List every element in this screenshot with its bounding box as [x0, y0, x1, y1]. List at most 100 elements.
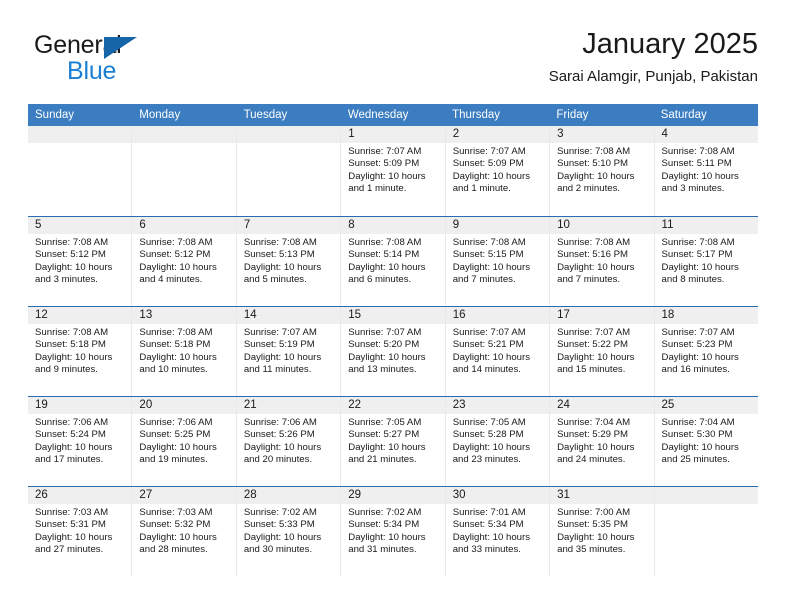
daylight-text-line1: Daylight: 10 hours — [35, 261, 113, 273]
sunrise-text: Sunrise: 7:07 AM — [452, 327, 526, 338]
sunset-text: Sunset: 5:25 PM — [139, 429, 211, 441]
daylight-text-line1: Daylight: 10 hours — [557, 441, 635, 453]
sunrise-text: Sunrise: 7:08 AM — [452, 237, 526, 248]
day-details: Sunrise: 7:02 AM Sunset: 5:33 PM Daylight:… — [237, 504, 340, 556]
triangle-logo-icon — [104, 37, 137, 59]
day-number: 9 — [445, 217, 550, 234]
calendar-day-cell[interactable]: 19 Sunrise: 7:06 AM Sunset: 5:24 PM Dayligh… — [28, 397, 133, 486]
sunrise-text: Sunrise: 7:04 AM — [557, 417, 631, 428]
sunrise-text: Sunrise: 7:02 AM — [348, 507, 422, 518]
weekday-header-row: Sunday Monday Tuesday Wednesday Thursday Frid… — [28, 104, 758, 126]
calendar-day-cell[interactable]: 24 Sunrise: 7:04 AM Sunset: 5:29 PM Dayligh… — [550, 397, 655, 486]
weekday-header-wednesday: Wednesday — [347, 109, 409, 121]
title-block: January 2025 Sarai Alamgir, Punjab, Paki… — [549, 26, 758, 88]
calendar-day-cell[interactable]: 7 Sunrise: 7:08 AM Sunset: 5:13 PM Daylight… — [236, 217, 342, 306]
day-number: 12 — [28, 307, 132, 324]
day-number — [132, 126, 236, 143]
calendar-day-cell-empty — [654, 487, 758, 576]
sunset-text: Sunset: 5:12 PM — [35, 249, 106, 261]
calendar-day-cell[interactable]: 27 Sunrise: 7:03 AM Sunset: 5:32 PM Dayligh… — [132, 487, 237, 576]
calendar-grid: Sunday Monday Tuesday Wednesday Thursday Frid… — [28, 104, 758, 576]
day-number: 17 — [550, 307, 654, 324]
calendar-day-cell[interactable]: 12 Sunrise: 7:08 AM Sunset: 5:18 PM Dayligh… — [28, 307, 133, 396]
calendar-day-cell-empty — [28, 126, 133, 216]
sunrise-text: Sunrise: 7:03 AM — [139, 507, 213, 518]
day-number: 3 — [550, 126, 654, 143]
calendar-day-cell[interactable]: 4 Sunrise: 7:08 AM Sunset: 5:11 PM Daylight… — [654, 126, 758, 216]
generalblue-logo[interactable]: General Blue — [34, 32, 214, 90]
sunset-text: Sunset: 5:17 PM — [661, 249, 733, 261]
calendar-day-cell[interactable]: 3 Sunrise: 7:08 AM Sunset: 5:10 PM Daylight… — [550, 126, 655, 216]
calendar-day-cell[interactable]: 20 Sunrise: 7:06 AM Sunset: 5:25 PM Dayligh… — [132, 397, 237, 486]
sunset-text: Sunset: 5:11 PM — [661, 158, 732, 170]
calendar-day-cell[interactable]: 15 Sunrise: 7:07 AM Sunset: 5:20 PM Dayligh… — [341, 307, 446, 396]
calendar-day-cell[interactable]: 29 Sunrise: 7:02 AM Sunset: 5:34 PM Dayligh… — [341, 487, 446, 576]
calendar-day-cell[interactable]: 30 Sunrise: 7:01 AM Sunset: 5:34 PM Dayligh… — [445, 487, 551, 576]
day-number: 4 — [654, 126, 758, 143]
calendar-day-cell[interactable]: 2 Sunrise: 7:07 AM Sunset: 5:09 PM Daylight… — [445, 126, 551, 216]
sunrise-text: Sunrise: 7:08 AM — [139, 237, 213, 248]
calendar-day-cell[interactable]: 31 Sunrise: 7:00 AM Sunset: 5:35 PM Dayligh… — [550, 487, 655, 576]
day-number: 24 — [550, 397, 654, 414]
daylight-text-line2: and 16 minutes. — [661, 363, 730, 375]
day-number: 14 — [236, 307, 341, 324]
calendar-day-cell[interactable]: 26 Sunrise: 7:03 AM Sunset: 5:31 PM Dayligh… — [28, 487, 133, 576]
calendar-day-cell[interactable]: 11 Sunrise: 7:08 AM Sunset: 5:17 PM Dayligh… — [654, 217, 758, 306]
calendar-day-cell[interactable]: 23 Sunrise: 7:05 AM Sunset: 5:28 PM Dayligh… — [445, 397, 551, 486]
sunset-text: Sunset: 5:34 PM — [452, 519, 524, 531]
daylight-text-line1: Daylight: 10 hours — [661, 441, 739, 453]
calendar-day-cell[interactable]: 16 Sunrise: 7:07 AM Sunset: 5:21 PM Dayligh… — [445, 307, 551, 396]
sunset-text: Sunset: 5:23 PM — [661, 339, 733, 351]
daylight-text-line2: and 31 minutes. — [348, 543, 417, 555]
day-details: Sunrise: 7:08 AM Sunset: 5:14 PM Daylight:… — [341, 234, 444, 286]
day-details: Sunrise: 7:08 AM Sunset: 5:17 PM Daylight:… — [655, 234, 758, 286]
day-number: 10 — [550, 217, 654, 234]
calendar-day-cell[interactable]: 10 Sunrise: 7:08 AM Sunset: 5:16 PM Dayligh… — [550, 217, 655, 306]
day-number: 26 — [28, 487, 132, 504]
day-details: Sunrise: 7:07 AM Sunset: 5:19 PM Daylight:… — [237, 324, 340, 376]
day-number: 30 — [445, 487, 550, 504]
calendar-day-cell[interactable]: 5 Sunrise: 7:08 AM Sunset: 5:12 PM Daylight… — [28, 217, 133, 306]
sunset-text: Sunset: 5:09 PM — [452, 158, 524, 170]
day-details: Sunrise: 7:02 AM Sunset: 5:34 PM Daylight:… — [341, 504, 444, 556]
calendar-day-cell[interactable]: 22 Sunrise: 7:05 AM Sunset: 5:27 PM Dayligh… — [341, 397, 446, 486]
sunset-text: Sunset: 5:16 PM — [557, 249, 629, 261]
page-subtitle: Sarai Alamgir, Punjab, Pakistan — [548, 68, 758, 85]
calendar-day-cell[interactable]: 14 Sunrise: 7:07 AM Sunset: 5:19 PM Dayligh… — [236, 307, 342, 396]
calendar-week-row: 26 Sunrise: 7:03 AM Sunset: 5:31 PM Dayligh… — [28, 486, 758, 576]
day-details: Sunrise: 7:06 AM Sunset: 5:26 PM Daylight:… — [237, 414, 340, 466]
sunrise-text: Sunrise: 7:01 AM — [452, 507, 526, 518]
day-number: 19 — [28, 397, 132, 414]
daylight-text-line1: Daylight: 10 hours — [35, 531, 113, 543]
sunrise-text: Sunrise: 7:06 AM — [35, 417, 109, 428]
calendar-day-cell[interactable]: 9 Sunrise: 7:08 AM Sunset: 5:15 PM Daylight… — [445, 217, 551, 306]
daylight-text-line2: and 10 minutes. — [139, 363, 208, 375]
daylight-text-line1: Daylight: 10 hours — [243, 441, 322, 453]
calendar-day-cell[interactable]: 21 Sunrise: 7:06 AM Sunset: 5:26 PM Dayligh… — [236, 397, 342, 486]
day-details: Sunrise: 7:03 AM Sunset: 5:31 PM Daylight:… — [28, 504, 131, 556]
daylight-text-line2: and 24 minutes. — [557, 453, 626, 465]
daylight-text-line1: Daylight: 10 hours — [661, 261, 739, 273]
daylight-text-line1: Daylight: 10 hours — [348, 170, 426, 182]
logo-text-blue: Blue — [67, 57, 117, 85]
calendar-day-cell[interactable]: 13 Sunrise: 7:08 AM Sunset: 5:18 PM Dayligh… — [132, 307, 237, 396]
day-number: 16 — [445, 307, 550, 324]
sunrise-text: Sunrise: 7:06 AM — [243, 417, 317, 428]
daylight-text-line1: Daylight: 10 hours — [139, 261, 217, 273]
day-number: 20 — [132, 397, 236, 414]
calendar-day-cell[interactable]: 6 Sunrise: 7:08 AM Sunset: 5:12 PM Daylight… — [132, 217, 237, 306]
calendar-day-cell[interactable]: 1 Sunrise: 7:07 AM Sunset: 5:09 PM Daylight… — [341, 126, 446, 216]
daylight-text-line2: and 1 minute. — [348, 182, 407, 194]
weekday-header-thursday: Thursday — [452, 109, 501, 121]
calendar-week-row: 1 Sunrise: 7:07 AM Sunset: 5:09 PM Daylight… — [28, 126, 758, 216]
sunset-text: Sunset: 5:13 PM — [243, 249, 315, 261]
calendar-day-cell[interactable]: 18 Sunrise: 7:07 AM Sunset: 5:23 PM Dayligh… — [654, 307, 758, 396]
calendar-day-cell[interactable]: 17 Sunrise: 7:07 AM Sunset: 5:22 PM Dayligh… — [550, 307, 655, 396]
calendar-day-cell[interactable]: 25 Sunrise: 7:04 AM Sunset: 5:30 PM Dayligh… — [654, 397, 758, 486]
day-details: Sunrise: 7:07 AM Sunset: 5:23 PM Daylight:… — [655, 324, 758, 376]
calendar-day-cell[interactable]: 8 Sunrise: 7:08 AM Sunset: 5:14 PM Daylight… — [341, 217, 446, 306]
weekday-header-monday: Monday — [139, 109, 181, 121]
sunrise-text: Sunrise: 7:03 AM — [35, 507, 109, 518]
daylight-text-line2: and 15 minutes. — [557, 363, 626, 375]
calendar-day-cell[interactable]: 28 Sunrise: 7:02 AM Sunset: 5:33 PM Dayligh… — [236, 487, 342, 576]
